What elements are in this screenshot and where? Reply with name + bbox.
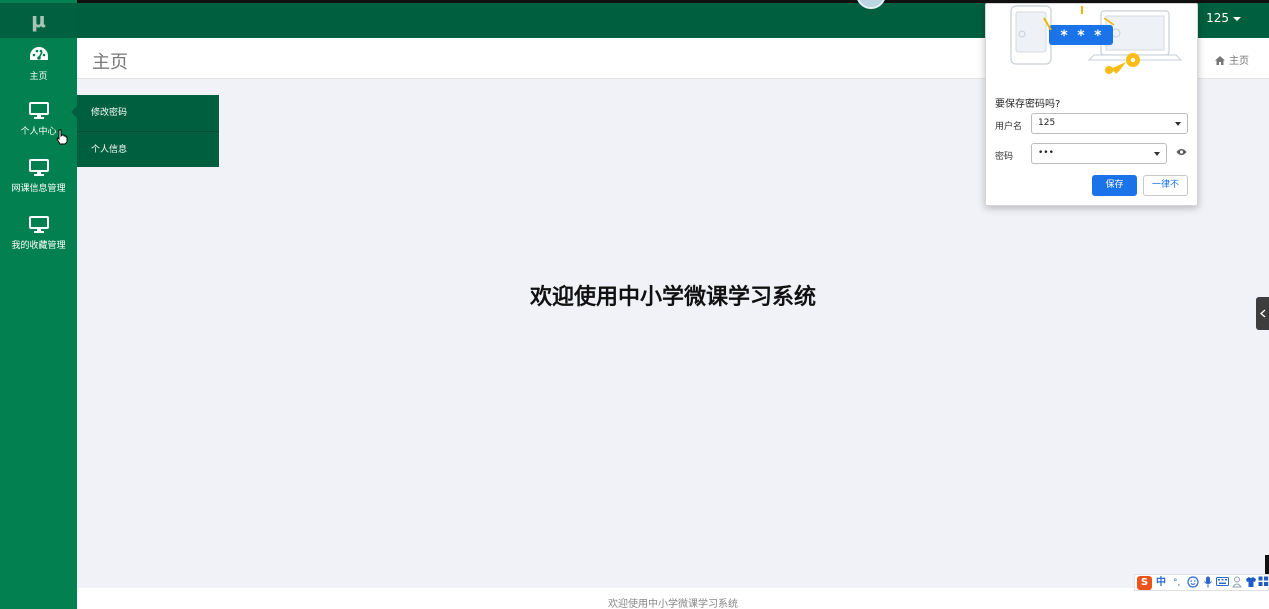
page-title: 主页 (92, 52, 128, 73)
monitor-icon (28, 159, 49, 176)
microphone-icon[interactable] (1203, 576, 1213, 588)
user-name: 125 (1206, 11, 1229, 25)
caret-down-icon (1233, 16, 1241, 21)
save-password-button[interactable]: 保存 (1092, 175, 1137, 196)
hand-cursor-icon (56, 129, 68, 145)
sidebar-item-course-management[interactable]: 网课信息管理 (0, 159, 77, 194)
username-value: 125 (1038, 118, 1056, 128)
user-menu[interactable]: 125 (1206, 11, 1241, 25)
chevron-left-icon (1259, 309, 1265, 317)
ime-punctuation[interactable]: °, (1173, 576, 1180, 590)
sidebar-item-home[interactable]: 主页 (0, 46, 77, 82)
sidebar-item-label: 我的收藏管理 (11, 241, 66, 251)
personal-center-submenu: 修改密码 个人信息 (71, 95, 219, 167)
breadcrumb-label: 主页 (1229, 56, 1249, 67)
monitor-icon (28, 102, 49, 119)
password-illustration-icon (1010, 5, 1183, 74)
submenu-item-change-password[interactable]: 修改密码 (77, 95, 219, 131)
avatar (856, 0, 886, 9)
logo: μ (0, 3, 77, 38)
password-label: 密码 (995, 152, 1014, 162)
monitor-icon (28, 216, 49, 233)
eye-icon[interactable] (1176, 148, 1187, 156)
skin-shirt-icon[interactable] (1245, 576, 1257, 588)
footer-text: 欢迎使用中小学微课学习系统 (608, 599, 738, 609)
dashboard-icon (29, 47, 48, 60)
sidebar: μ 主页 个人中心 网课信息管理 我的收藏管理 (0, 0, 77, 609)
never-save-button[interactable]: 一律不 (1143, 175, 1188, 196)
dropdown-arrow-icon (1154, 152, 1160, 156)
sidebar-item-favorites-management[interactable]: 我的收藏管理 (0, 216, 77, 251)
emoji-icon[interactable] (1187, 576, 1199, 588)
username-field[interactable]: 125 (1031, 113, 1188, 134)
ime-logo: S (1137, 576, 1152, 590)
submenu-item-personal-info[interactable]: 个人信息 (77, 131, 219, 167)
taskbar-edge (1265, 555, 1269, 575)
sidebar-item-label: 主页 (29, 72, 48, 82)
keyboard-icon[interactable] (1216, 576, 1229, 587)
breadcrumb[interactable]: 主页 (1215, 52, 1249, 67)
sidebar-item-label: 网课信息管理 (11, 184, 66, 194)
username-label: 用户名 (995, 122, 1023, 132)
ime-mode[interactable]: 中 (1156, 576, 1166, 590)
welcome-message: 欢迎使用中小学微课学习系统 (529, 285, 816, 310)
password-field[interactable]: ••• (1031, 143, 1167, 164)
save-password-dialog: * * * 要保存密码吗? 用户名 125 密码 ••• 保存 一律不 (985, 3, 1198, 206)
ime-toolbar[interactable]: S 中 °, (1134, 574, 1269, 591)
dropdown-arrow-icon (1175, 122, 1181, 126)
password-value: ••• (1038, 148, 1054, 158)
footer: 欢迎使用中小学微课学习系统 (77, 588, 1269, 609)
save-password-question: 要保存密码吗? (995, 99, 1061, 110)
user-icon[interactable] (1232, 576, 1242, 588)
illustration-stars: * * * (1059, 28, 1103, 44)
home-icon (1215, 56, 1225, 65)
toolbox-grid-icon[interactable] (1258, 576, 1269, 587)
collapse-handle[interactable] (1256, 297, 1269, 330)
